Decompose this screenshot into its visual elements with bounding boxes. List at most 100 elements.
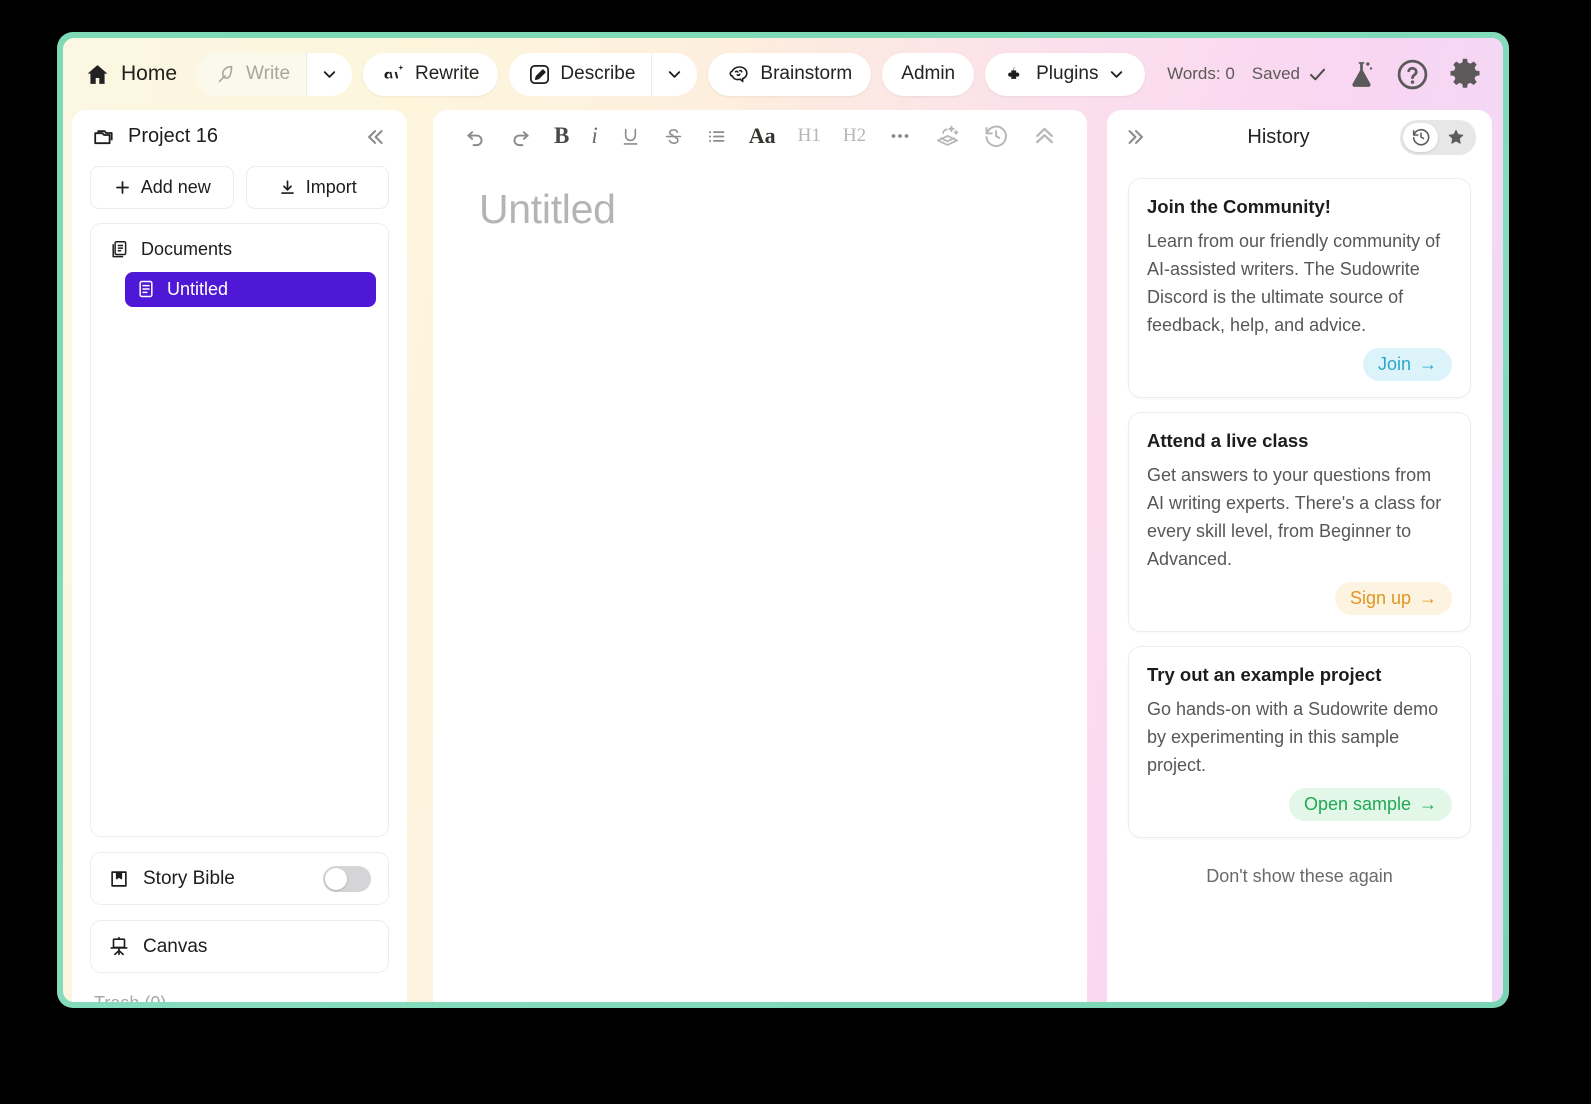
redo-icon <box>513 130 529 146</box>
chevron-down-icon <box>669 70 681 78</box>
ellipsis-icon <box>891 134 909 138</box>
describe-dropdown-button[interactable] <box>651 52 698 96</box>
admin-button[interactable]: Admin <box>882 52 975 96</box>
cta-label: Join <box>1377 354 1411 374</box>
document-title[interactable]: Untitled <box>433 162 1087 233</box>
italic-button[interactable]: i <box>580 116 608 156</box>
project-title: Project 16 <box>128 125 219 148</box>
editor-toolbar: B i Aa H1 H2 <box>433 110 1087 162</box>
card-cta-row: Join → <box>1147 348 1452 381</box>
gear-icon[interactable] <box>1447 56 1483 92</box>
project-sidebar: Project 16 Add new Import Documents Unti… <box>72 110 407 1002</box>
tab-starred[interactable] <box>1438 123 1473 152</box>
import-button[interactable]: Import <box>245 165 389 209</box>
save-status-label: Saved <box>1251 64 1300 83</box>
history-card: Attend a live class Get answers to your … <box>1128 412 1471 632</box>
brain-icon <box>727 62 751 86</box>
redo-button[interactable] <box>498 116 543 156</box>
underline-icon <box>623 128 638 145</box>
join-community-button[interactable]: Join → <box>1362 348 1452 381</box>
import-label: Import <box>305 176 357 197</box>
dismiss-cards-link[interactable]: Don't show these again <box>1119 866 1480 887</box>
flask-icon[interactable] <box>1345 58 1378 91</box>
chevron-double-right-icon[interactable] <box>1123 124 1157 150</box>
document-icon <box>136 279 156 299</box>
project-header: Project 16 <box>90 110 389 164</box>
magic-stack-icon <box>937 125 959 146</box>
brainstorm-label: Brainstorm <box>760 63 853 84</box>
sidebar-document-untitled[interactable]: Untitled <box>125 271 376 307</box>
sign-up-button[interactable]: Sign up → <box>1334 582 1452 615</box>
cta-label: Open sample <box>1303 794 1411 814</box>
collapse-toolbar-button[interactable] <box>1020 116 1069 156</box>
documents-stack-icon <box>109 239 130 260</box>
tab-history[interactable] <box>1403 122 1438 152</box>
documents-group-header[interactable]: Documents <box>103 237 376 260</box>
font-size-button[interactable]: Aa <box>738 116 787 156</box>
strikethrough-icon <box>665 128 682 144</box>
describe-button[interactable]: Describe <box>509 52 652 96</box>
describe-button-group[interactable]: Describe <box>509 52 698 96</box>
history-toggle-button[interactable] <box>972 116 1020 156</box>
strikethrough-button[interactable] <box>652 116 695 156</box>
chevron-double-left-icon[interactable] <box>361 124 387 150</box>
add-new-button[interactable]: Add new <box>90 165 234 209</box>
save-status: Saved <box>1252 64 1328 85</box>
card-title: Join the Community! <box>1147 196 1331 217</box>
home-button[interactable]: Home <box>81 58 185 91</box>
describe-icon <box>528 63 551 86</box>
card-title: Try out an example project <box>1147 664 1382 685</box>
easel-icon <box>108 936 130 958</box>
undo-button[interactable] <box>453 116 498 156</box>
bullet-list-button[interactable] <box>695 116 738 156</box>
cta-label: Sign up <box>1349 588 1411 608</box>
more-options-button[interactable] <box>877 116 923 156</box>
editor-history-gap <box>1087 110 1107 1002</box>
describe-label: Describe <box>560 63 636 84</box>
puzzle-icon <box>1004 63 1027 86</box>
feather-icon <box>215 63 237 85</box>
admin-label: Admin <box>901 63 956 84</box>
canvas-row[interactable]: Canvas <box>90 920 389 973</box>
story-bible-label: Story Bible <box>143 867 235 889</box>
write-button[interactable]: Write <box>196 52 307 96</box>
sidebar-editor-gap <box>407 110 433 1002</box>
folder-icon <box>92 125 116 149</box>
write-button-group[interactable]: Write <box>196 52 353 96</box>
history-clock-icon <box>1412 128 1429 146</box>
card-cta-row: Open sample → <box>1147 788 1452 821</box>
heading-1-button[interactable]: H1 <box>787 116 832 156</box>
trash-link[interactable]: Trash (0) <box>90 993 389 1002</box>
write-label: Write <box>246 63 291 84</box>
undo-icon <box>467 130 483 146</box>
history-clock-icon <box>985 125 1007 147</box>
bold-button[interactable]: B <box>543 116 580 156</box>
check-icon <box>1307 64 1328 85</box>
list-icon <box>708 130 725 142</box>
rewrite-label: Rewrite <box>415 63 480 84</box>
underline-button[interactable] <box>609 116 652 156</box>
documents-group-label: Documents <box>141 238 233 259</box>
sidebar-document-label: Untitled <box>167 278 229 299</box>
chevron-down-icon <box>1107 65 1126 84</box>
document-editor: B i Aa H1 H2 Untitled <box>433 110 1087 1002</box>
history-panel: History Join the Community! Learn from o… <box>1107 110 1492 1002</box>
card-body: Go hands-on with a Sudowrite demo by exp… <box>1147 699 1439 775</box>
history-view-toggle <box>1400 119 1476 155</box>
card-cta-row: Sign up → <box>1147 582 1452 615</box>
generate-button[interactable] <box>923 116 972 156</box>
brainstorm-button[interactable]: Brainstorm <box>708 52 872 96</box>
story-bible-toggle[interactable] <box>323 865 371 892</box>
home-icon <box>85 62 110 87</box>
app-window: Home Write Rewrite Describe Brainstorm A… <box>57 32 1509 1008</box>
rewrite-button[interactable]: Rewrite <box>363 52 499 96</box>
question-circle-icon[interactable] <box>1395 57 1430 92</box>
open-sample-button[interactable]: Open sample → <box>1288 788 1452 821</box>
document-body[interactable] <box>433 233 1087 1002</box>
plugins-button[interactable]: Plugins <box>985 52 1146 96</box>
arrow-right-icon: → <box>1419 354 1437 374</box>
write-dropdown-button[interactable] <box>306 52 353 96</box>
ai-sparkle-icon <box>382 63 406 85</box>
story-bible-row[interactable]: Story Bible <box>90 852 389 906</box>
heading-2-button[interactable]: H2 <box>832 116 877 156</box>
